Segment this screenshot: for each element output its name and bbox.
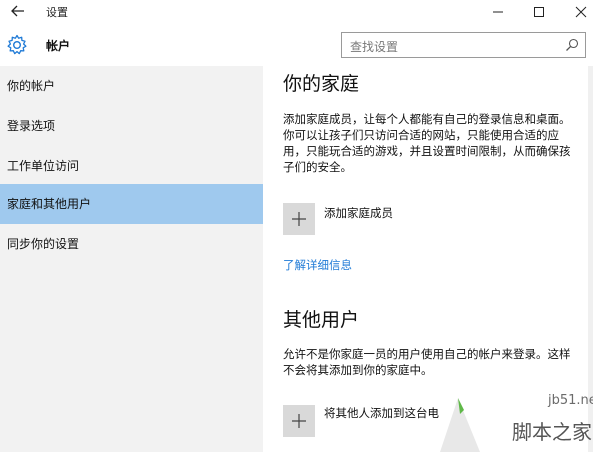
title-bar: 设置 [0, 0, 593, 24]
close-button[interactable] [560, 0, 593, 24]
watermark-logo: jb51.net 脚本之家 [440, 388, 593, 452]
sidebar-item-sign-in-options[interactable]: 登录选项 [0, 106, 263, 146]
search-icon[interactable] [564, 37, 580, 53]
add-other-user-button[interactable] [283, 405, 315, 437]
settings-header: 帐户 查找设置 [0, 24, 593, 66]
sidebar-item-work-access[interactable]: 工作单位访问 [0, 146, 263, 186]
other-users-heading: 其他用户 [283, 309, 360, 331]
sidebar-item-family-other-users[interactable]: 家庭和其他用户 [0, 184, 263, 224]
add-family-member-button[interactable] [283, 203, 315, 235]
add-family-member-label[interactable]: 添加家庭成员 [324, 205, 393, 221]
sidebar-item-sync-settings[interactable]: 同步你的设置 [0, 224, 263, 264]
page-title: 帐户 [46, 39, 71, 53]
add-other-user-label[interactable]: 将其他人添加到这台电 [324, 405, 439, 421]
sidebar-item-your-account[interactable]: 你的帐户 [0, 66, 263, 106]
family-description: 添加家庭成员，让每个人都能有自己的登录信息和桌面。你可以让孩子们只访问合适的网站… [283, 112, 571, 174]
maximize-button[interactable] [518, 0, 560, 24]
other-users-description: 允许不是你家庭一员的用户使用自己的帐户来登录。这样不会将其添加到你的家庭中。 [283, 347, 571, 377]
search-placeholder: 查找设置 [350, 40, 399, 54]
learn-more-link[interactable]: 了解详细信息 [283, 257, 352, 273]
sidebar: 你的帐户 登录选项 工作单位访问 家庭和其他用户 同步你的设置 [0, 66, 263, 452]
watermark-domain: jb51.net [547, 393, 593, 408]
plus-icon [292, 414, 306, 428]
plus-icon [292, 212, 306, 226]
gear-icon [6, 34, 28, 56]
minimize-button[interactable] [477, 0, 519, 24]
window-title: 设置 [46, 6, 68, 19]
watermark-name: 脚本之家 [512, 420, 592, 444]
family-heading: 你的家庭 [283, 73, 360, 95]
back-arrow-icon[interactable] [9, 2, 27, 20]
search-input[interactable]: 查找设置 [341, 32, 586, 58]
